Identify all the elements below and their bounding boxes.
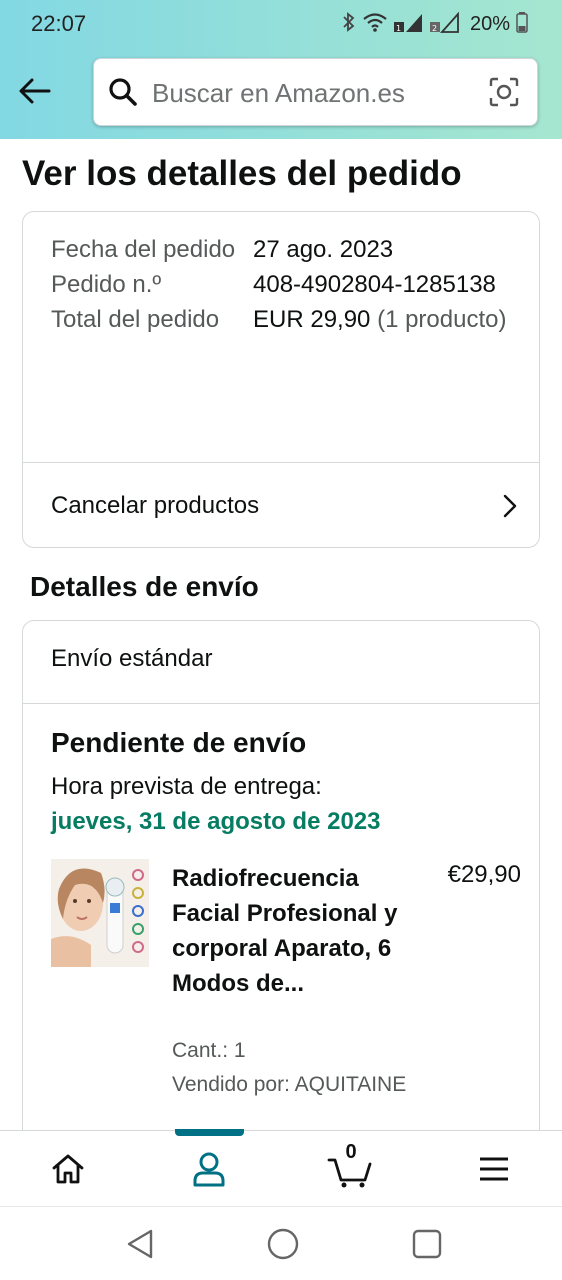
order-info: Fecha del pedido 27 ago. 2023 Pedido n.º…: [51, 232, 521, 337]
camera-icon[interactable]: [489, 77, 519, 112]
wifi-icon: [362, 11, 388, 38]
system-nav-bar: [0, 1206, 562, 1280]
nav-menu[interactable]: [469, 1147, 519, 1191]
order-total-row: Total del pedido EUR 29,90 (1 producto): [51, 302, 521, 337]
svg-text:1: 1: [396, 24, 401, 33]
menu-icon: [480, 1157, 508, 1181]
cart-count: 0: [345, 1141, 357, 1163]
shipping-status: Pendiente de envío: [51, 727, 307, 758]
arrow-left-icon: [19, 78, 51, 104]
order-summary-card: Fecha del pedido 27 ago. 2023 Pedido n.º…: [22, 211, 540, 548]
order-number-row: Pedido n.º 408-4902804-1285138: [51, 267, 521, 302]
status-time: 22:07: [31, 11, 87, 36]
bottom-nav: 0: [0, 1129, 562, 1206]
order-date-value: 27 ago. 2023: [253, 236, 394, 263]
cancel-products-link[interactable]: Cancelar productos: [23, 463, 539, 548]
product-price: €29,90: [447, 861, 521, 888]
bluetooth-icon: [342, 11, 356, 38]
status-icons: 1 2 20%: [342, 11, 528, 38]
svg-text:2: 2: [432, 24, 437, 33]
product-seller: Vendido por: AQUITAINE: [172, 1073, 407, 1096]
system-recents-button[interactable]: [409, 1226, 445, 1262]
back-button[interactable]: [14, 70, 56, 112]
app-header: 22:07 1 2 20%: [0, 0, 562, 139]
product-name[interactable]: Radiofrecuencia Facial Profesional y cor…: [172, 861, 402, 1001]
triangle-back-icon: [127, 1229, 153, 1259]
order-total-note: (1 producto): [377, 306, 507, 333]
delivery-estimate-date: jueves, 31 de agosto de 2023: [51, 808, 381, 835]
search-input[interactable]: [152, 73, 472, 113]
status-bar: 22:07 1 2 20%: [0, 0, 562, 48]
nav-account[interactable]: [184, 1147, 234, 1191]
battery-percent: 20%: [469, 13, 510, 35]
signal-sim2-icon: 2: [429, 11, 460, 38]
divider: [23, 703, 539, 704]
signal-sim1-icon: 1: [393, 11, 424, 38]
search-bar[interactable]: [93, 58, 538, 126]
shipping-card: Envío estándar Pendiente de envío Hora p…: [22, 620, 540, 1150]
active-tab-indicator: [175, 1129, 244, 1136]
order-total-label: Total del pedido: [51, 306, 220, 333]
order-total-value: EUR 29,90: [253, 306, 371, 333]
cancel-products-label: Cancelar productos: [51, 491, 260, 519]
system-home-button[interactable]: [265, 1226, 301, 1262]
order-number-label: Pedido n.º: [51, 271, 162, 298]
page-title: Ver los detalles del pedido: [22, 154, 462, 193]
search-icon[interactable]: [108, 77, 138, 112]
account-icon: [193, 1152, 225, 1187]
battery-icon: [516, 11, 528, 38]
delivery-estimate-label: Hora prevista de entrega:: [51, 773, 322, 800]
nav-home[interactable]: [43, 1147, 93, 1191]
shipping-method: Envío estándar: [51, 645, 213, 672]
order-total: EUR 29,90 (1 producto): [253, 302, 513, 337]
order-number-value: 408-4902804-1285138: [253, 271, 496, 298]
chevron-right-icon: [503, 494, 517, 517]
order-date-label: Fecha del pedido: [51, 236, 236, 263]
nav-cart[interactable]: 0: [325, 1141, 375, 1191]
shipping-section-title: Detalles de envío: [30, 571, 259, 602]
order-date-row: Fecha del pedido 27 ago. 2023: [51, 232, 521, 267]
square-recents-icon: [412, 1229, 442, 1259]
home-icon: [52, 1154, 84, 1184]
circle-home-icon: [267, 1228, 299, 1260]
product-quantity: Cant.: 1: [172, 1039, 246, 1062]
product-image[interactable]: [51, 859, 149, 967]
system-back-button[interactable]: [122, 1226, 158, 1262]
